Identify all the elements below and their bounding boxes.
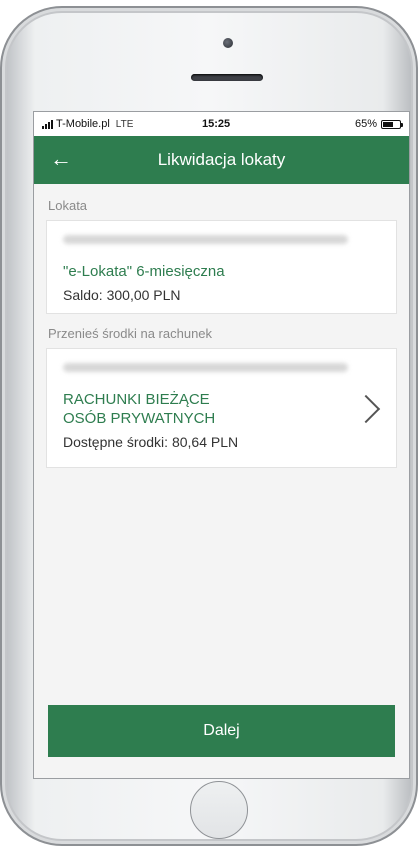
camera-icon xyxy=(223,38,233,48)
home-button[interactable] xyxy=(190,781,248,839)
target-account-card[interactable]: RACHUNKI BIEŻĄCE OSÓB PRYWATNYCH Dostępn… xyxy=(46,348,397,468)
battery-icon xyxy=(381,119,403,129)
clock: 15:25 xyxy=(202,118,231,130)
carrier-name: T-Mobile.pl xyxy=(56,118,110,130)
deposit-balance: Saldo: 300,00 PLN xyxy=(63,287,181,303)
deposit-account-number-blurred xyxy=(63,235,348,244)
phone-frame: T-Mobile.pl LTE 15:25 65% ← Likwidacja l… xyxy=(0,6,418,846)
target-account-number-blurred xyxy=(63,363,348,372)
network-type: LTE xyxy=(115,118,134,130)
signal-icon xyxy=(42,119,53,129)
target-account-name-line1: RACHUNKI BIEŻĄCE xyxy=(63,391,210,408)
app-screen: T-Mobile.pl LTE 15:25 65% ← Likwidacja l… xyxy=(33,111,410,779)
deposit-section-label: Lokata xyxy=(48,198,88,213)
speaker-grill xyxy=(191,74,263,81)
status-bar: T-Mobile.pl LTE 15:25 65% xyxy=(34,112,409,136)
page-title: Likwidacja lokaty xyxy=(157,150,286,169)
next-button[interactable]: Dalej xyxy=(48,705,395,757)
target-account-name-line2: OSÓB PRYWATNYCH xyxy=(63,410,216,427)
arrow-left-icon[interactable]: ← xyxy=(50,148,72,170)
deposit-card[interactable]: "e-Lokata" 6-miesięczna Saldo: 300,00 PL… xyxy=(46,220,397,314)
available-funds: Dostępne środki: 80,64 PLN xyxy=(63,434,239,450)
battery-percent: 65% xyxy=(354,118,377,130)
deposit-name: "e-Lokata" 6-miesięczna xyxy=(63,263,225,280)
app-header: ← Likwidacja lokaty xyxy=(34,136,409,184)
battery-indicator: 65% xyxy=(354,118,403,130)
battery-fill xyxy=(383,121,394,127)
transfer-section-label: Przenieś środki na rachunek xyxy=(48,326,213,341)
